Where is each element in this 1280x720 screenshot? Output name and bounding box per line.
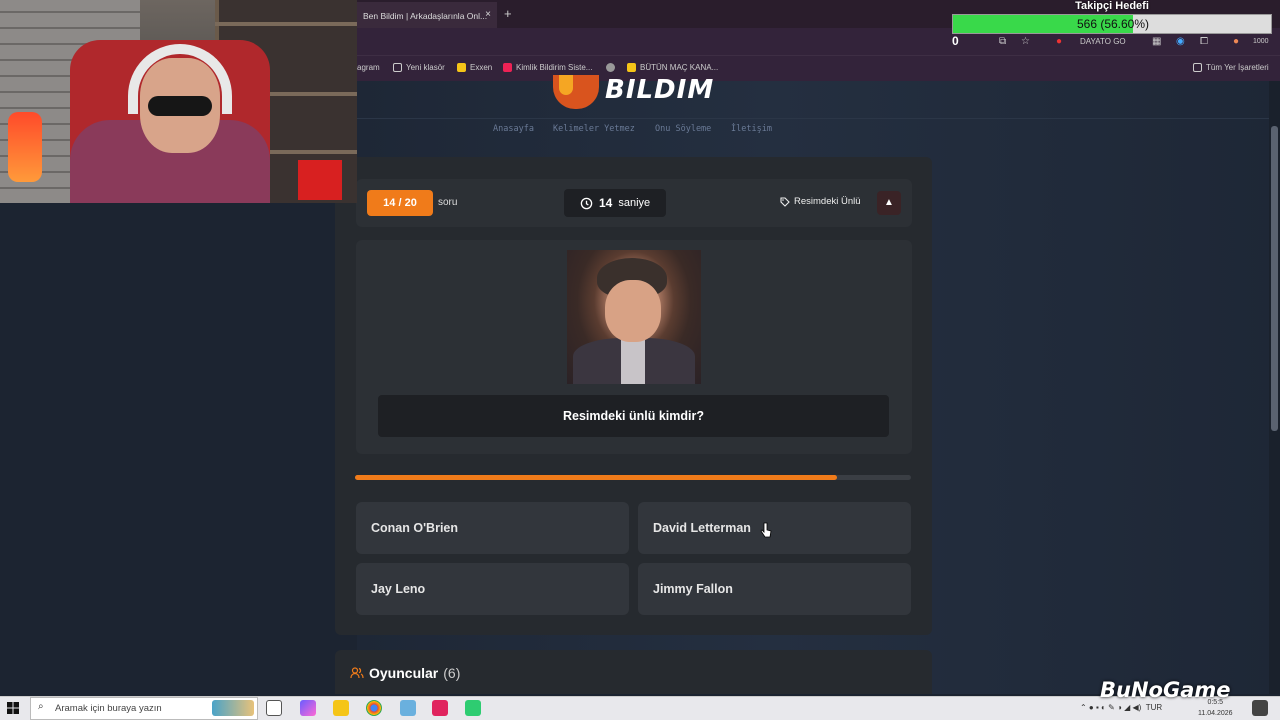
chrome-icon[interactable] <box>366 700 382 716</box>
task-view-icon[interactable] <box>266 700 282 716</box>
follower-goal-counter: 0 <box>952 34 959 48</box>
follower-goal-text: 566 (56.60%) <box>1076 17 1150 31</box>
new-tab-button[interactable]: + <box>504 6 512 21</box>
id-icon <box>503 63 512 72</box>
report-button[interactable]: ▲ <box>877 191 901 215</box>
follower-goal-bar: 566 (56.60%) <box>952 14 1272 34</box>
clock-date: 11.04.2026 <box>1198 710 1233 717</box>
time-progress-bar <box>355 475 911 480</box>
language-indicator: TUR <box>1145 703 1163 712</box>
warning-icon: ▲ <box>884 197 894 208</box>
app-icon[interactable] <box>400 700 416 716</box>
bookmark-item[interactable]: Kimlik Bildirim Siste... <box>503 63 592 72</box>
browser-tab[interactable]: Ben Bildim | Arkadaşlarınla Onl... × <box>357 2 497 28</box>
nav-contact[interactable]: İletişim <box>731 124 772 134</box>
scrollbar-thumb[interactable] <box>1271 126 1278 431</box>
exxen-icon <box>457 63 466 72</box>
timer: 14 saniye <box>564 189 666 217</box>
timer-value: 14 <box>599 196 613 210</box>
players-count: (6) <box>443 665 461 681</box>
search-highlight-image <box>212 700 254 716</box>
bookmarks-bar: agram Yeni klasör Exxen Kimlik Bildirim … <box>357 55 1280 81</box>
logo-text: BILDIM <box>605 75 715 105</box>
folder-icon <box>393 63 402 72</box>
answer-option-3[interactable]: Jay Leno <box>356 563 629 615</box>
app-icon-2[interactable] <box>432 700 448 716</box>
category-text: Resimdeki Ünlü <box>794 196 861 207</box>
bookmark-item[interactable] <box>606 63 619 72</box>
copilot-icon[interactable] <box>300 700 316 716</box>
webcam-feed <box>0 0 357 203</box>
question-counter-badge: 14 / 20 <box>367 190 433 216</box>
timer-unit: saniye <box>618 197 651 209</box>
answer-option-2[interactable]: David Letterman <box>638 502 911 554</box>
site-logo[interactable]: BILDIM <box>553 75 713 111</box>
question-counter-suffix: soru <box>438 197 458 208</box>
time-progress-fill <box>355 475 838 480</box>
question-image <box>567 250 701 384</box>
clock-icon <box>580 197 593 209</box>
players-label: Oyuncular <box>369 665 439 681</box>
bookmark-item[interactable]: Yeni klasör <box>393 63 445 72</box>
bookmark-item[interactable]: Exxen <box>457 63 492 72</box>
answer-option-4[interactable]: Jimmy Fallon <box>638 563 911 615</box>
close-tab-icon[interactable]: × <box>485 9 491 20</box>
system-tray[interactable]: ⌃ ● ▪ ◐ ✎ ◑ ◢ ◀) TUR <box>1080 703 1162 712</box>
follower-goal-title: Takipçi Hedefi <box>1075 0 1149 12</box>
app-icon-3[interactable] <box>465 700 481 716</box>
channel-watermark: BuNoGame <box>1100 678 1231 702</box>
tag-icon <box>780 196 790 207</box>
category-label: Resimdeki Ünlü <box>780 196 861 207</box>
file-explorer-icon[interactable] <box>333 700 349 716</box>
windows-start-icon[interactable] <box>7 702 19 714</box>
bookmark-item[interactable]: agram <box>357 63 380 72</box>
notifications-icon[interactable] <box>1252 700 1268 716</box>
search-icon: ⌕ <box>38 701 44 712</box>
site-header <box>357 81 1269 119</box>
nav-home[interactable]: Anasayfa <box>493 124 534 134</box>
players-title: Oyuncular (6) <box>350 665 460 681</box>
globe-icon <box>606 63 615 72</box>
users-icon <box>350 667 364 679</box>
page-background-left <box>0 203 357 694</box>
question-text: Resimdeki ünlü kimdir? <box>378 395 889 437</box>
follower-goal-widget: Takipçi Hedefi 566 (56.60%) 0 <box>952 0 1280 56</box>
answer-option-1[interactable]: Conan O'Brien <box>356 502 629 554</box>
browser-tab-title: Ben Bildim | Arkadaşlarınla Onl... <box>363 11 488 21</box>
nav-words[interactable]: Kelimeler Yetmez <box>553 124 635 134</box>
tv-icon <box>627 63 636 72</box>
bookmark-all[interactable]: Tüm Yer İşaretleri <box>1193 63 1269 72</box>
mouse-cursor-icon <box>760 522 772 538</box>
nav-taboo[interactable]: Onu Söyleme <box>655 124 711 134</box>
folder-icon <box>1193 63 1202 72</box>
bookmark-item[interactable]: BÜTÜN MAÇ KANA... <box>627 63 718 72</box>
